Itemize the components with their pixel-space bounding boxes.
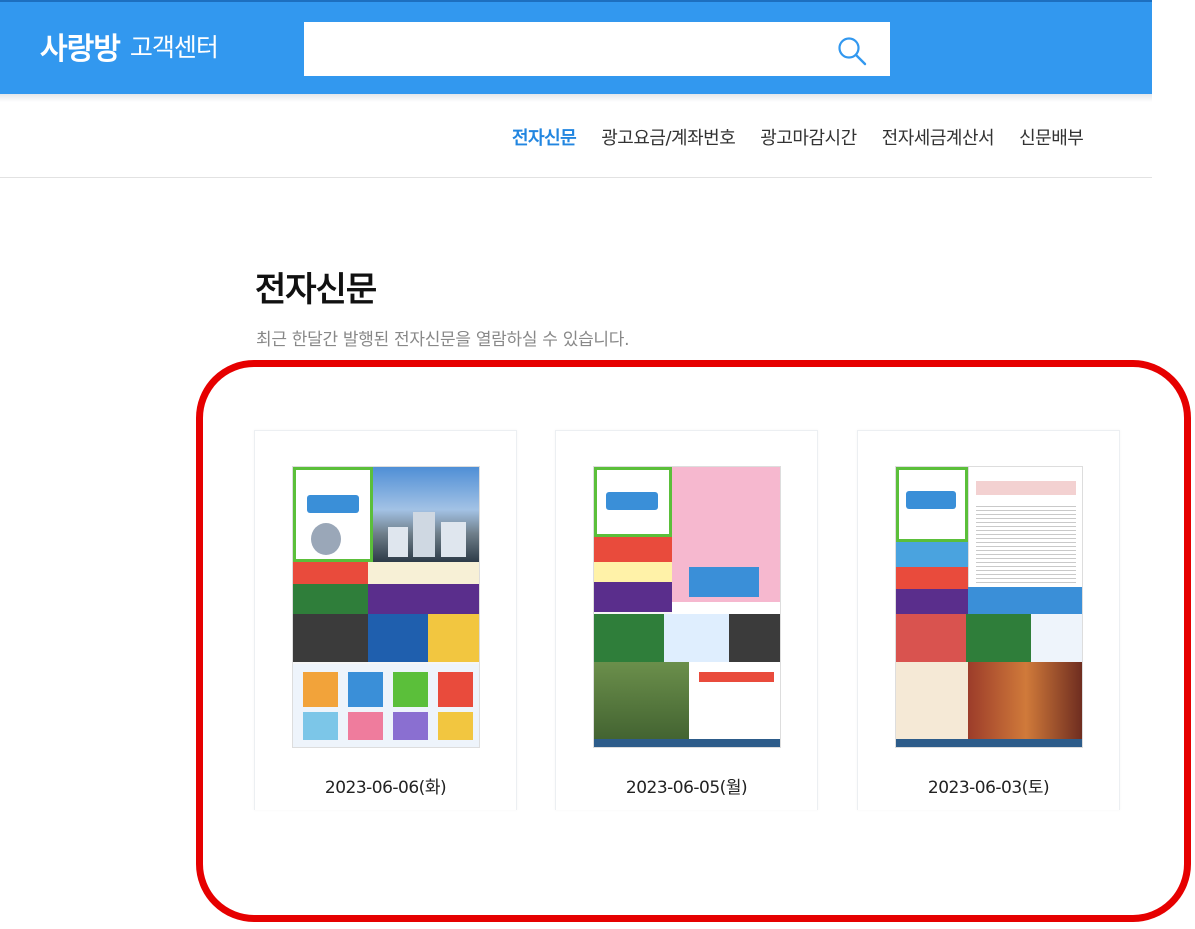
nav-item-ad-deadline[interactable]: 광고마감시간 [760,124,856,150]
newspaper-card[interactable]: 2023-06-06(화) [254,430,517,810]
nav-item-distribution[interactable]: 신문배부 [1019,124,1083,150]
search-input[interactable] [318,32,818,66]
newspaper-thumbnail[interactable] [895,466,1083,748]
nav-item-e-newspaper[interactable]: 전자신문 [512,124,576,150]
page-title: 전자신문 [255,262,376,311]
nav-item-tax-invoice[interactable]: 전자세금계산서 [882,124,994,150]
logo-main-text: 사랑방 [40,24,120,68]
newspaper-date: 2023-06-06(화) [255,773,516,798]
nav-list: 전자신문 광고요금/계좌번호 광고마감시간 전자세금계산서 신문배부 [512,124,1108,150]
nav-item-ad-rates[interactable]: 광고요금/계좌번호 [601,124,735,150]
site-logo[interactable]: 사랑방 고객센터 [40,24,218,68]
main-nav: 전자신문 광고요금/계좌번호 광고마감시간 전자세금계산서 신문배부 [0,102,1152,178]
newspaper-card[interactable]: 2023-06-03(토) [857,430,1120,810]
page-description: 최근 한달간 발행된 전자신문을 열람하실 수 있습니다. [256,325,629,350]
newspaper-thumbnail[interactable] [593,466,781,748]
newspaper-date: 2023-06-03(토) [858,773,1119,798]
newspaper-card[interactable]: 2023-06-05(월) [555,430,818,810]
newspaper-thumbnail[interactable] [292,466,480,748]
search-icon[interactable] [836,35,868,67]
logo-sub-text: 고객센터 [130,28,218,64]
search-box [304,22,890,76]
top-header: 사랑방 고객센터 [0,0,1152,94]
newspaper-date: 2023-06-05(월) [556,773,817,798]
header-shadow [0,94,1152,102]
